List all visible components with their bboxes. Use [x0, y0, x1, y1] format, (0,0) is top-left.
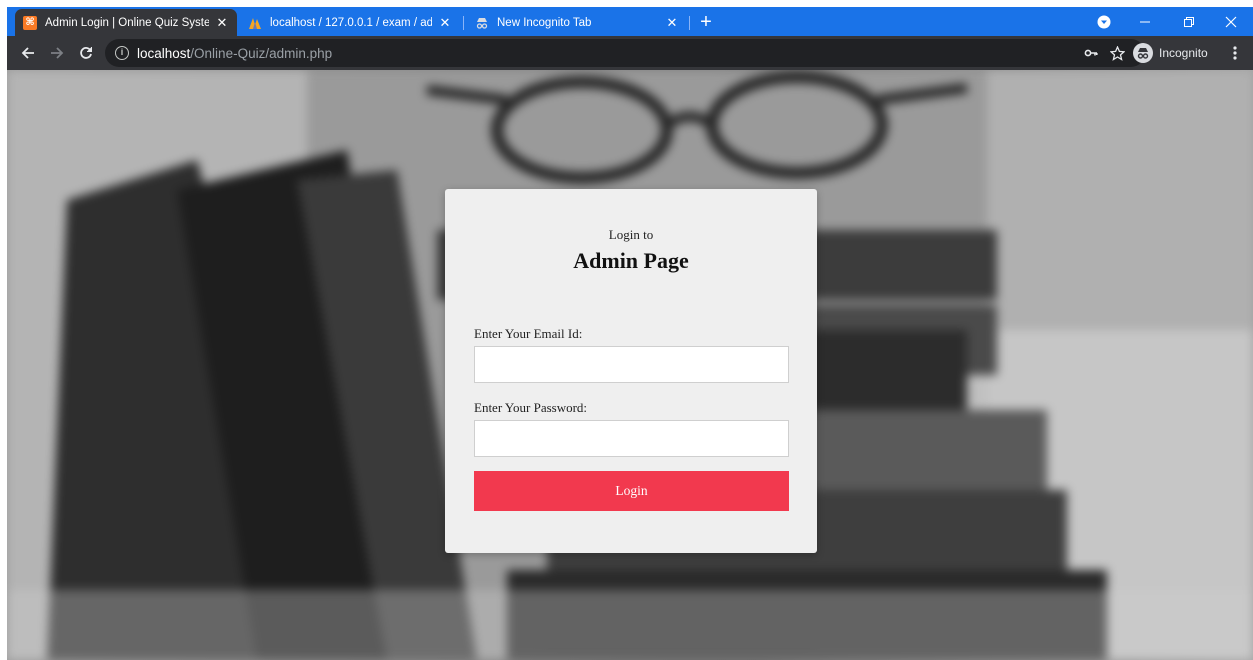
tab-phpmyadmin[interactable]: localhost / 127.0.0.1 / exam / adr ✕ — [240, 9, 460, 36]
browser-toolbar: i localhost/Online-Quiz/admin.php Incogn… — [7, 36, 1253, 70]
info-icon[interactable]: i — [115, 46, 129, 60]
phpmyadmin-icon — [248, 16, 262, 30]
incognito-icon — [475, 16, 489, 30]
xampp-icon: ⌘ — [23, 15, 37, 30]
url-host: localhost — [137, 45, 191, 61]
close-icon[interactable]: ✕ — [438, 15, 452, 30]
star-icon[interactable] — [1109, 45, 1125, 61]
minimize-icon[interactable] — [1125, 7, 1165, 36]
password-field[interactable] — [474, 420, 789, 457]
url-text: localhost/Online-Quiz/admin.php — [137, 46, 332, 61]
incognito-profile-button[interactable]: Incognito — [1129, 40, 1217, 66]
tab-separator — [689, 16, 690, 30]
tab-title: localhost / 127.0.0.1 / exam / adr — [270, 16, 432, 29]
tab-separator — [463, 16, 464, 30]
close-icon[interactable]: ✕ — [215, 15, 229, 30]
close-icon[interactable]: ✕ — [665, 15, 679, 30]
back-icon[interactable] — [15, 40, 41, 66]
more-menu-icon[interactable] — [1225, 40, 1245, 66]
email-label: Enter Your Email Id: — [474, 326, 583, 341]
extension-icon[interactable] — [1084, 7, 1124, 36]
page-viewport: Login to Admin Page Enter Your Email Id:… — [7, 70, 1253, 660]
tab-title: New Incognito Tab — [497, 16, 592, 29]
restore-icon[interactable] — [1169, 7, 1209, 36]
browser-window: ⌘ Admin Login | Online Quiz Syster ✕ loc… — [7, 7, 1253, 660]
tab-strip: ⌘ Admin Login | Online Quiz Syster ✕ loc… — [7, 7, 1253, 36]
tab-new-incognito[interactable]: New Incognito Tab ✕ — [467, 9, 687, 36]
close-window-icon[interactable] — [1211, 7, 1251, 36]
password-label: Enter Your Password: — [474, 400, 588, 415]
email-field[interactable] — [474, 346, 789, 383]
profile-label: Incognito — [1159, 46, 1208, 60]
login-button[interactable]: Login — [474, 471, 789, 511]
reload-icon[interactable] — [73, 40, 99, 66]
login-subtitle: Login to — [608, 227, 654, 242]
forward-icon[interactable] — [44, 40, 70, 66]
page-title: Admin Page — [573, 248, 689, 273]
key-icon[interactable] — [1083, 45, 1099, 61]
tab-admin-login[interactable]: ⌘ Admin Login | Online Quiz Syster ✕ — [15, 9, 237, 36]
login-card: Login to Admin Page Enter Your Email Id:… — [445, 189, 817, 553]
address-bar[interactable]: i localhost/Online-Quiz/admin.php — [105, 39, 1145, 67]
incognito-avatar-icon — [1133, 43, 1153, 63]
tab-title: Admin Login | Online Quiz Syster — [45, 16, 209, 29]
url-path: /Online-Quiz/admin.php — [190, 45, 333, 61]
new-tab-button[interactable]: + — [695, 11, 717, 33]
